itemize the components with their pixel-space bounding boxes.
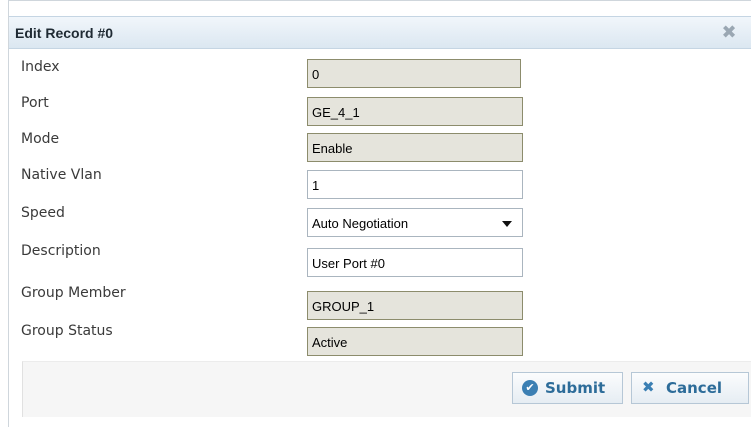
x-icon: ✖: [642, 378, 655, 396]
row-group-member: Group Member GROUP_1: [9, 281, 751, 320]
speed-select[interactable]: Auto Negotiation: [307, 208, 523, 237]
index-field: 0: [307, 59, 521, 88]
chevron-down-icon: [502, 221, 512, 227]
submit-button[interactable]: ✔ Submit: [512, 372, 623, 404]
label-group-member: Group Member: [21, 285, 126, 301]
dialog-titlebar: Edit Record #0 ✖: [9, 16, 751, 49]
label-mode: Mode: [21, 131, 60, 147]
row-index: Index 0: [9, 55, 751, 91]
cancel-button[interactable]: ✖ Cancel: [631, 372, 749, 404]
native-vlan-input[interactable]: 1: [307, 170, 523, 199]
group-member-field: GROUP_1: [307, 291, 523, 320]
speed-select-value: Auto Negotiation: [312, 216, 409, 231]
label-index: Index: [21, 59, 60, 75]
dialog-title: Edit Record #0: [15, 25, 114, 41]
description-input[interactable]: User Port #0: [307, 248, 523, 277]
check-circle-icon: ✔: [522, 380, 538, 396]
row-native-vlan: Native Vlan 1: [9, 163, 751, 199]
row-group-status: Group Status Active: [9, 319, 751, 356]
label-native-vlan: Native Vlan: [21, 167, 102, 183]
label-port: Port: [21, 95, 49, 111]
label-group-status: Group Status: [21, 323, 113, 339]
mode-field: Enable: [307, 133, 523, 162]
group-status-field: Active: [307, 327, 523, 356]
row-mode: Mode Enable: [9, 127, 751, 163]
label-speed: Speed: [21, 205, 65, 221]
port-field: GE_4_1: [307, 97, 523, 126]
cancel-label: Cancel: [666, 379, 723, 397]
row-description: Description User Port #0: [9, 239, 751, 277]
label-description: Description: [21, 243, 101, 259]
close-icon[interactable]: ✖: [719, 23, 739, 43]
row-speed: Speed Auto Negotiation: [9, 201, 751, 237]
submit-label: Submit: [545, 379, 606, 397]
edit-record-dialog: Edit Record #0 ✖ Index 0 Port GE_4_1 Mod…: [8, 0, 751, 427]
row-port: Port GE_4_1: [9, 91, 751, 127]
dialog-footer: ✔ Submit ✖ Cancel: [22, 361, 751, 417]
